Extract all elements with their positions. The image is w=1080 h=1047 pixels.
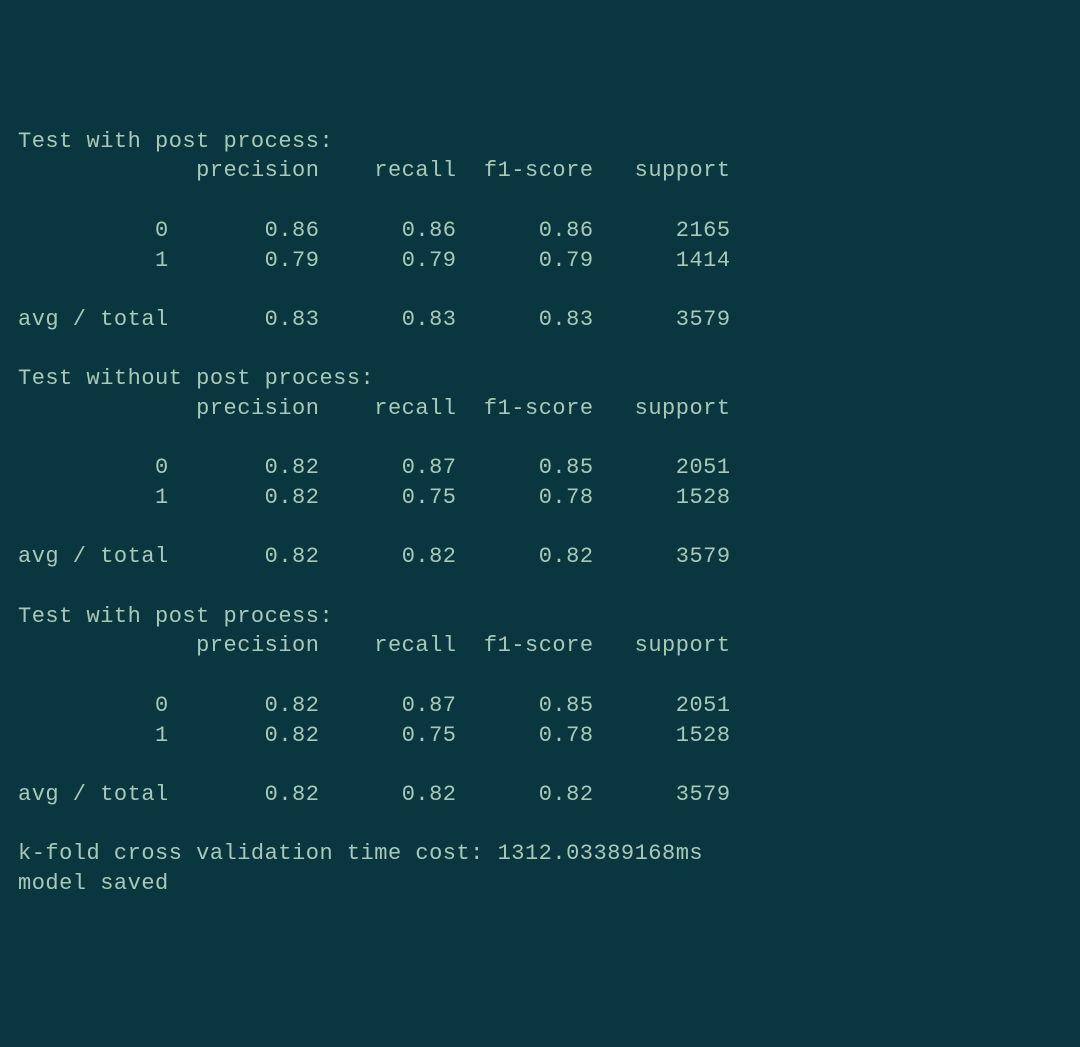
report-1-header-precision: precision — [196, 396, 319, 421]
report-0-row-0-recall: 0.86 — [402, 218, 457, 243]
report-0-summary-support: 3579 — [676, 307, 731, 332]
report-1-summary-support: 3579 — [676, 544, 731, 569]
report-2-header-precision: precision — [196, 633, 319, 658]
report-0-row-1-label: 1 — [155, 248, 169, 273]
report-2-row-0-support: 2051 — [676, 693, 731, 718]
report-1-row-1-precision: 0.82 — [265, 485, 320, 510]
footer-saved: model saved — [18, 871, 169, 896]
report-2-title: Test with post process: — [18, 604, 333, 629]
report-0-header-f1score: f1-score — [484, 158, 594, 183]
report-1-title: Test without post process: — [18, 366, 374, 391]
report-0-row-0-support: 2165 — [676, 218, 731, 243]
report-0-row-1-precision: 0.79 — [265, 248, 320, 273]
report-1-row-0-precision: 0.82 — [265, 455, 320, 480]
report-1-row-0-support: 2051 — [676, 455, 731, 480]
report-0-row-0-f1score: 0.86 — [539, 218, 594, 243]
report-2-summary-recall: 0.82 — [402, 782, 457, 807]
report-2-summary-precision: 0.82 — [265, 782, 320, 807]
report-2-row-1-label: 1 — [155, 723, 169, 748]
report-2-row-1-precision: 0.82 — [265, 723, 320, 748]
report-1-header-recall: recall — [374, 396, 456, 421]
report-1-row-0-label: 0 — [155, 455, 169, 480]
report-0-summary-recall: 0.83 — [402, 307, 457, 332]
footer-timing: k-fold cross validation time cost: 1312.… — [18, 841, 703, 866]
report-2-row-1-recall: 0.75 — [402, 723, 457, 748]
report-2-summary-label: avg / total — [18, 782, 169, 807]
report-0-row-1-recall: 0.79 — [402, 248, 457, 273]
report-2-row-0-f1score: 0.85 — [539, 693, 594, 718]
report-0-row-1-support: 1414 — [676, 248, 731, 273]
report-0-row-1-f1score: 0.79 — [539, 248, 594, 273]
report-0-row-0-label: 0 — [155, 218, 169, 243]
terminal-output: Test with post process: precision recall… — [18, 127, 1062, 899]
report-0-summary-precision: 0.83 — [265, 307, 320, 332]
report-1-summary-precision: 0.82 — [265, 544, 320, 569]
report-2-summary-f1score: 0.82 — [539, 782, 594, 807]
report-2-summary-support: 3579 — [676, 782, 731, 807]
report-1-summary-f1score: 0.82 — [539, 544, 594, 569]
report-2-row-0-precision: 0.82 — [265, 693, 320, 718]
report-2-row-0-recall: 0.87 — [402, 693, 457, 718]
report-1-row-1-recall: 0.75 — [402, 485, 457, 510]
report-1-summary-label: avg / total — [18, 544, 169, 569]
report-0-header-recall: recall — [374, 158, 456, 183]
report-0-header-precision: precision — [196, 158, 319, 183]
report-2-row-1-f1score: 0.78 — [539, 723, 594, 748]
report-1-row-1-label: 1 — [155, 485, 169, 510]
report-1-summary-recall: 0.82 — [402, 544, 457, 569]
report-0-title: Test with post process: — [18, 129, 333, 154]
report-1-row-0-recall: 0.87 — [402, 455, 457, 480]
report-1-header-f1score: f1-score — [484, 396, 594, 421]
report-1-row-0-f1score: 0.85 — [539, 455, 594, 480]
report-0-summary-label: avg / total — [18, 307, 169, 332]
report-2-header-recall: recall — [374, 633, 456, 658]
report-2-header-f1score: f1-score — [484, 633, 594, 658]
report-2-row-0-label: 0 — [155, 693, 169, 718]
report-2-header-support: support — [635, 633, 731, 658]
report-2-row-1-support: 1528 — [676, 723, 731, 748]
report-1-row-1-support: 1528 — [676, 485, 731, 510]
report-1-header-support: support — [635, 396, 731, 421]
report-0-header-support: support — [635, 158, 731, 183]
report-0-summary-f1score: 0.83 — [539, 307, 594, 332]
report-0-row-0-precision: 0.86 — [265, 218, 320, 243]
report-1-row-1-f1score: 0.78 — [539, 485, 594, 510]
